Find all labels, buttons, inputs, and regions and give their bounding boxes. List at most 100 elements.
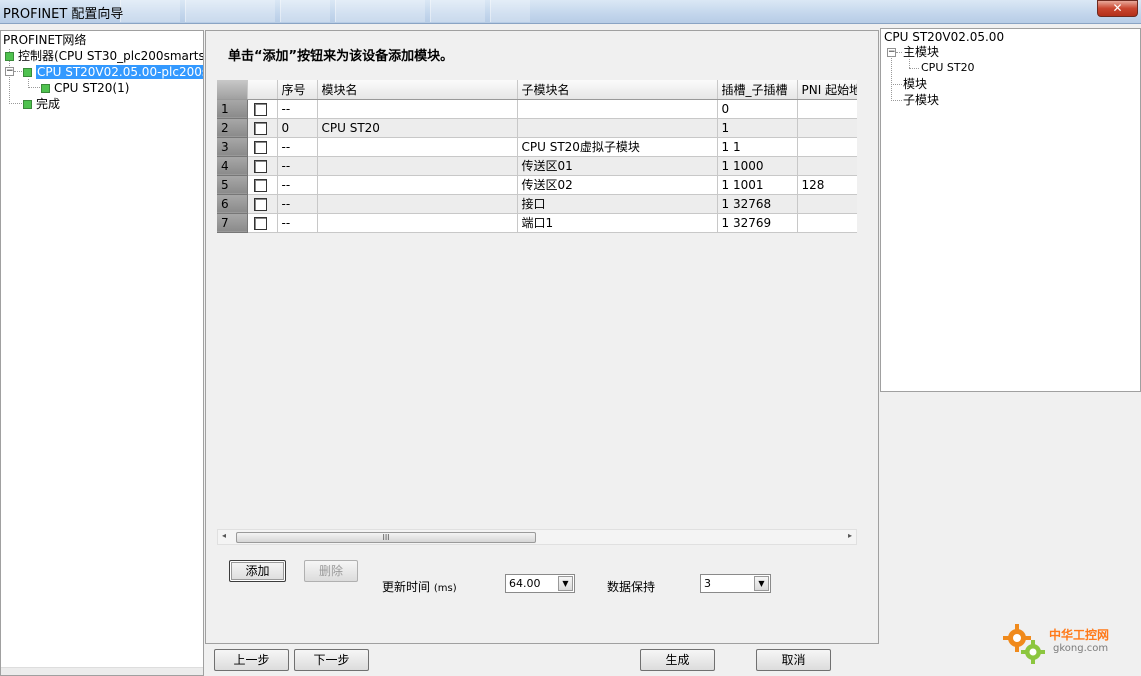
table-row[interactable]: 3 -- CPU ST20虚拟子模块 1 1 — [217, 137, 857, 157]
submodule-cell[interactable]: 传送区01 — [517, 156, 718, 176]
pni-cell[interactable] — [797, 194, 857, 214]
tree-label: CPU ST20V02.05.00-plc200smart — [36, 65, 203, 79]
tree-item-device[interactable]: CPU ST20V02.05.00-plc200smart — [23, 64, 203, 80]
row-number: 6 — [217, 194, 248, 214]
tree-item-main-module[interactable]: 主模块 — [903, 45, 939, 59]
tree-item-device-module[interactable]: CPU ST20(1) — [41, 80, 129, 96]
next-button[interactable]: 下一步 — [294, 649, 369, 671]
row-number: 7 — [217, 213, 248, 233]
tree-item-device-root[interactable]: CPU ST20V02.05.00 — [884, 30, 1004, 44]
tree-item-profinet-network[interactable]: PROFINET网络 — [3, 32, 86, 48]
submodule-cell[interactable] — [517, 118, 718, 138]
tree-item-main-module-cpu[interactable]: CPU ST20 — [921, 61, 975, 75]
tree-item-submodule[interactable]: 子模块 — [903, 93, 939, 107]
row-select-cell[interactable] — [247, 175, 278, 195]
module-cell[interactable] — [317, 99, 518, 119]
row-checkbox[interactable] — [253, 102, 267, 116]
tree-item-finish[interactable]: 完成 — [23, 96, 60, 112]
submodule-cell[interactable]: 接口 — [517, 194, 718, 214]
tree-connector — [28, 87, 40, 88]
cancel-button[interactable]: 取消 — [756, 649, 831, 671]
title-bar-ghost — [120, 0, 180, 22]
row-select-cell[interactable] — [247, 99, 278, 119]
tree-item-module[interactable]: 模块 — [903, 77, 927, 91]
row-select-cell[interactable] — [247, 194, 278, 214]
scrollbar-thumb[interactable]: III — [236, 532, 536, 543]
slot-cell[interactable]: 1 1000 — [717, 156, 798, 176]
slot-cell[interactable]: 1 32769 — [717, 213, 798, 233]
seq-cell[interactable]: 0 — [277, 118, 318, 138]
module-cell[interactable] — [317, 194, 518, 214]
submodule-cell[interactable] — [517, 99, 718, 119]
update-time-unit: (ms) — [433, 583, 457, 594]
module-cell[interactable] — [317, 213, 518, 233]
submodule-cell[interactable]: 传送区02 — [517, 175, 718, 195]
pni-cell[interactable]: 128 — [797, 175, 857, 195]
slot-cell[interactable]: 0 — [717, 99, 798, 119]
row-checkbox[interactable] — [253, 216, 267, 230]
scroll-left-icon[interactable]: ◂ — [222, 531, 226, 540]
row-checkbox[interactable] — [253, 197, 267, 211]
row-number: 4 — [217, 156, 248, 176]
submodule-cell[interactable]: CPU ST20虚拟子模块 — [517, 137, 718, 157]
column-header-submodule[interactable]: 子模块名 — [517, 80, 718, 100]
seq-cell[interactable]: -- — [277, 194, 318, 214]
row-number: 1 — [217, 99, 248, 119]
watermark-text: 中华工控网 — [1049, 628, 1110, 642]
grid-horizontal-scrollbar[interactable]: ◂ III ▸ — [217, 529, 857, 545]
column-header-pni[interactable]: PNI 起始地 — [797, 80, 857, 100]
seq-cell[interactable]: -- — [277, 156, 318, 176]
row-checkbox[interactable] — [253, 121, 267, 135]
row-checkbox[interactable] — [253, 178, 267, 192]
update-time-label: 更新时间 (ms) — [382, 578, 457, 595]
table-row[interactable]: 6 -- 接口 1 32768 — [217, 194, 857, 214]
close-button[interactable]: ✕ — [1097, 0, 1138, 17]
tree-item-controller[interactable]: 控制器(CPU ST30_plc200smartst30) — [5, 48, 203, 64]
delete-button[interactable]: 删除 — [304, 560, 358, 582]
pni-cell[interactable] — [797, 118, 857, 138]
chevron-down-icon[interactable]: ▼ — [754, 576, 769, 591]
module-cell[interactable] — [317, 156, 518, 176]
pni-cell[interactable] — [797, 213, 857, 233]
row-checkbox[interactable] — [253, 159, 267, 173]
slot-cell[interactable]: 1 32768 — [717, 194, 798, 214]
generate-button[interactable]: 生成 — [640, 649, 715, 671]
column-header-module[interactable]: 模块名 — [317, 80, 518, 100]
chevron-down-icon[interactable]: ▼ — [558, 576, 573, 591]
prev-button[interactable]: 上一步 — [214, 649, 289, 671]
update-time-select[interactable]: 64.00 ▼ — [505, 574, 575, 593]
column-header-slot[interactable]: 插槽_子插槽 — [717, 80, 798, 100]
scroll-right-icon[interactable]: ▸ — [848, 531, 852, 540]
module-cell[interactable]: CPU ST20 — [317, 118, 518, 138]
slot-cell[interactable]: 1 — [717, 118, 798, 138]
table-row[interactable]: 4 -- 传送区01 1 1000 — [217, 156, 857, 176]
tree-label: 完成 — [36, 97, 61, 111]
column-header-seq[interactable]: 序号 — [277, 80, 318, 100]
slot-cell[interactable]: 1 1 — [717, 137, 798, 157]
module-cell[interactable] — [317, 175, 518, 195]
table-row[interactable]: 5 -- 传送区02 1 1001 128 — [217, 175, 857, 195]
row-select-cell[interactable] — [247, 137, 278, 157]
table-row[interactable]: 7 -- 端口1 1 32769 — [217, 213, 857, 233]
row-checkbox[interactable] — [253, 140, 267, 154]
horizontal-scrollbar[interactable] — [1, 667, 203, 675]
pni-cell[interactable] — [797, 99, 857, 119]
seq-cell[interactable]: -- — [277, 99, 318, 119]
row-select-cell[interactable] — [247, 213, 278, 233]
row-select-cell[interactable] — [247, 156, 278, 176]
table-row[interactable]: 1 -- 0 — [217, 99, 857, 119]
collapse-icon[interactable]: − — [5, 67, 14, 76]
seq-cell[interactable]: -- — [277, 137, 318, 157]
seq-cell[interactable]: -- — [277, 213, 318, 233]
pni-cell[interactable] — [797, 137, 857, 157]
module-cell[interactable] — [317, 137, 518, 157]
slot-cell[interactable]: 1 1001 — [717, 175, 798, 195]
submodule-cell[interactable]: 端口1 — [517, 213, 718, 233]
pni-cell[interactable] — [797, 156, 857, 176]
row-select-cell[interactable] — [247, 118, 278, 138]
seq-cell[interactable]: -- — [277, 175, 318, 195]
tree-connector — [909, 68, 919, 69]
table-row[interactable]: 2 0 CPU ST20 1 — [217, 118, 857, 138]
data-hold-select[interactable]: 3 ▼ — [700, 574, 771, 593]
add-button[interactable]: 添加 — [229, 560, 286, 582]
